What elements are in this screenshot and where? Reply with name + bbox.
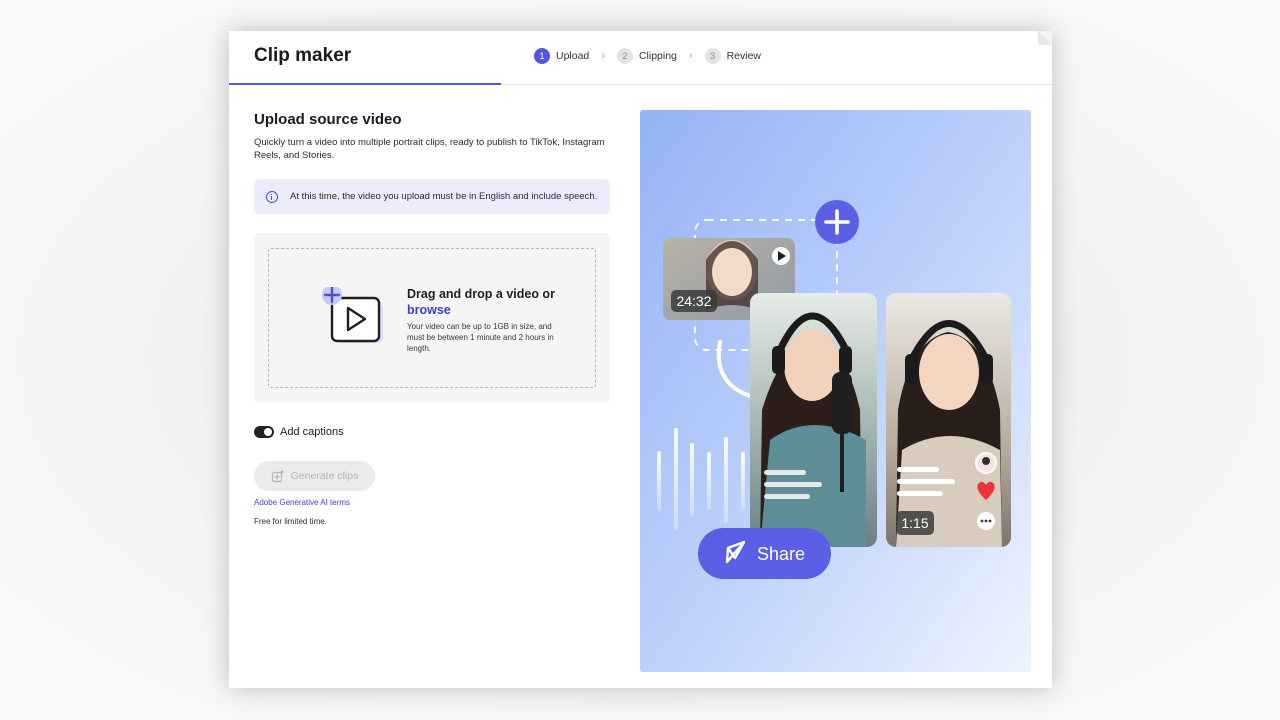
notice-text: At this time, the video you upload must … <box>290 191 598 202</box>
active-tab-indicator <box>229 83 501 85</box>
upload-hint: Your video can be up to 1GB in size, and… <box>407 322 554 353</box>
thumb-duration: 24:32 <box>676 293 711 309</box>
stepper: 1 Upload › 2 Clipping › 3 Review <box>534 47 761 65</box>
promo-illustration: 24:32 1:15 Share <box>640 110 1031 672</box>
section-description: Quickly turn a video into multiple portr… <box>254 137 605 161</box>
add-video-icon <box>322 287 383 343</box>
captions-toggle[interactable] <box>254 426 274 438</box>
share-button-graphic: Share <box>698 528 831 579</box>
toggle-knob <box>264 428 272 436</box>
ai-terms-link[interactable]: Adobe Generative AI terms <box>254 498 350 507</box>
chevron-right-icon: › <box>601 50 605 62</box>
clip-maker-window: Clip maker 1 Upload › 2 Clipping › 3 Rev… <box>229 31 1052 688</box>
video-dropzone[interactable]: Drag and drop a video or browse Your vid… <box>268 248 596 388</box>
page-title: Clip maker <box>254 45 352 66</box>
generate-clips-label: Generate clips <box>290 470 359 482</box>
step-number: 3 <box>704 48 721 64</box>
clip-duration: 1:15 <box>901 515 928 531</box>
drop-title: Drag and drop a video or <box>407 287 555 301</box>
illustration-canvas: 24:32 1:15 Share <box>640 110 1031 672</box>
share-label: Share <box>757 544 805 564</box>
generate-clips-button[interactable]: Generate clips <box>254 461 375 491</box>
step-label: Clipping <box>638 50 677 62</box>
free-note: Free for limited time. <box>254 517 327 526</box>
step-clipping[interactable]: 2 Clipping <box>616 48 677 64</box>
step-label: Upload <box>556 50 590 62</box>
browse-link[interactable]: browse <box>407 303 451 317</box>
clip-card-podcast <box>750 293 877 547</box>
step-review[interactable]: 3 Review <box>704 48 762 64</box>
sparkle-add-icon <box>271 469 285 483</box>
step-number: 2 <box>616 48 633 64</box>
section-title: Upload source video <box>254 111 402 128</box>
step-label: Review <box>726 50 762 62</box>
step-upload[interactable]: 1 Upload <box>534 48 589 64</box>
info-notice: At this time, the video you upload must … <box>254 179 610 214</box>
chevron-right-icon: › <box>688 50 693 62</box>
upload-area: Drag and drop a video or browse Your vid… <box>254 233 610 402</box>
info-icon <box>266 190 278 203</box>
header: Clip maker 1 Upload › 2 Clipping › 3 Rev… <box>229 31 1052 85</box>
step-number: 1 <box>534 48 550 64</box>
clip-card-portrait: 1:15 <box>886 293 1011 547</box>
captions-label: Add captions <box>280 426 344 438</box>
